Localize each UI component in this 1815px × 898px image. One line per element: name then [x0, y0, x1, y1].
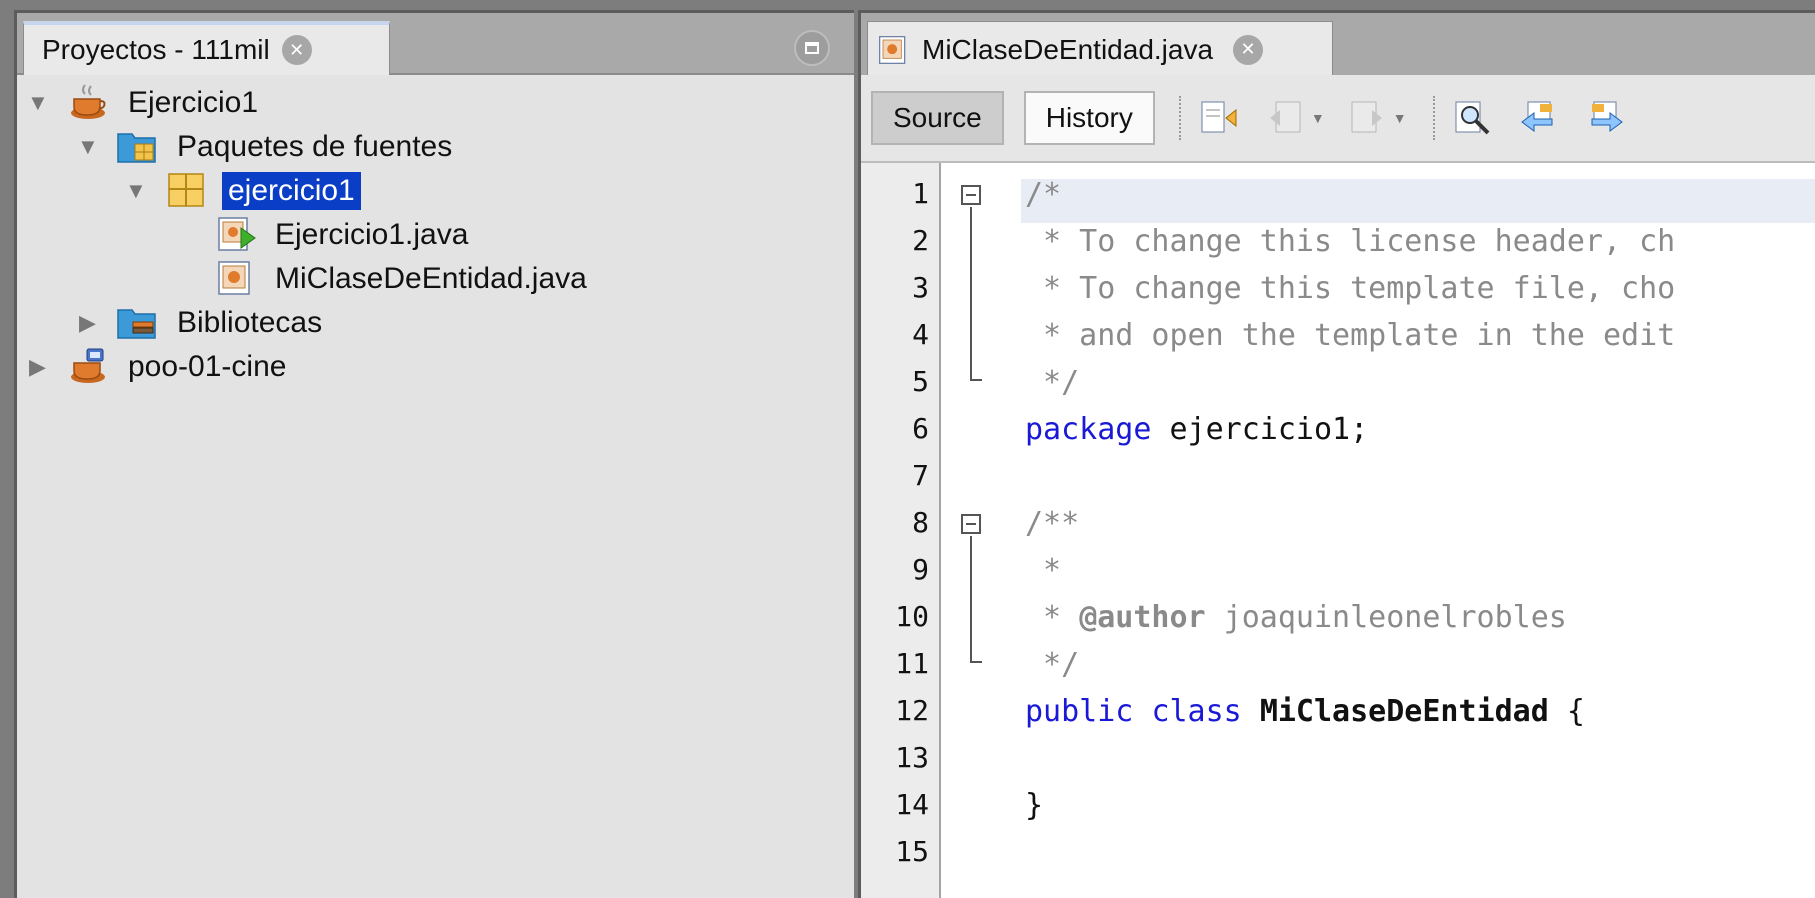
source-folder-icon [117, 128, 156, 164]
toolbar-separator [1178, 96, 1181, 140]
fold-guide [970, 661, 982, 663]
code-line: public class MiClaseDeEntidad { [1025, 694, 1585, 729]
keyword: public [1025, 694, 1134, 729]
keyword: class [1151, 694, 1242, 729]
coffee-project-icon [69, 83, 107, 119]
minimize-icon [805, 42, 819, 54]
editor-toolbar: Source History ▼ ▼ [861, 75, 1815, 163]
tree-item-label: Paquetes de fuentes [177, 130, 453, 163]
code-line: */ [1025, 365, 1080, 400]
line-number: 4 [912, 318, 929, 351]
tree-item-label: Ejercicio1.java [275, 218, 469, 251]
code-line: /** [1025, 506, 1080, 541]
expand-triangle-icon[interactable]: ▼ [27, 90, 51, 116]
code-line: package ejercicio1; [1025, 412, 1368, 447]
chevron-down-icon[interactable]: ▼ [1311, 110, 1325, 126]
fold-guide [970, 536, 972, 661]
tree-item-label: Bibliotecas [177, 306, 323, 339]
history-button[interactable]: History [1023, 91, 1155, 145]
tree-item-label: ejercicio1 [222, 172, 361, 210]
tree-item-bibliotecas[interactable]: ▶ Bibliotecas [17, 299, 817, 347]
code-text: * [1025, 600, 1080, 635]
line-number: 10 [895, 600, 929, 633]
close-icon[interactable]: ✕ [281, 35, 312, 65]
projects-panel: Proyectos - 111mil ✕ ▼ Ejercicio1 ▼ Paqu… [14, 10, 854, 898]
back-icon[interactable] [1265, 98, 1305, 138]
tree-item-label: MiClaseDeEntidad.java [275, 262, 587, 295]
fold-toggle-icon[interactable] [961, 514, 981, 534]
fold-toggle-icon[interactable] [961, 185, 981, 205]
projects-tab[interactable]: Proyectos - 111mil ✕ [23, 21, 390, 75]
collapsed-triangle-icon[interactable]: ▶ [79, 310, 103, 336]
tree-item-label: poo-01-cine [128, 350, 287, 383]
line-number: 3 [912, 271, 929, 304]
close-icon[interactable]: ✕ [1233, 34, 1264, 65]
fold-guide [970, 207, 972, 379]
current-line-highlight [1021, 179, 1815, 223]
editor-tabbar: MiClaseDeEntidad.java ✕ [861, 13, 1815, 77]
tree-item-miclasedeentidad-java[interactable]: MiClaseDeEntidad.java [17, 255, 817, 303]
code-line: */ [1025, 647, 1080, 682]
forward-icon[interactable] [1347, 98, 1387, 138]
code-line: } [1025, 788, 1044, 823]
code-line: * @author joaquinleonelrobles [1025, 600, 1567, 635]
code-text: ejercicio1; [1151, 412, 1369, 447]
fold-guide [970, 379, 982, 381]
code-text: { [1548, 694, 1585, 729]
editor-tab-miclasedeentidad[interactable]: MiClaseDeEntidad.java ✕ [867, 21, 1333, 77]
find-next-icon[interactable] [1585, 98, 1625, 138]
tree-item-ejercicio1-project[interactable]: ▼ Ejercicio1 [17, 79, 817, 127]
projects-tabbar: Proyectos - 111mil ✕ [17, 13, 854, 75]
code-line: * [1025, 553, 1062, 588]
tree-item-label: Ejercicio1 [128, 86, 259, 119]
collapsed-triangle-icon[interactable]: ▶ [29, 354, 53, 380]
minimize-window-button[interactable] [794, 30, 830, 66]
toolbar-separator [1432, 96, 1435, 140]
code-line: * and open the template in the edit [1025, 318, 1676, 353]
java-file-icon [878, 34, 908, 66]
line-number: 15 [895, 835, 929, 868]
projects-tab-title: Proyectos - 111mil [42, 34, 270, 65]
line-number: 1 [912, 177, 929, 210]
expand-triangle-icon[interactable]: ▼ [77, 134, 101, 160]
java-main-file-icon [217, 216, 256, 252]
line-number: 12 [895, 694, 929, 727]
search-icon[interactable] [1453, 98, 1493, 138]
code-line: * To change this license header, ch [1025, 224, 1676, 259]
editor-panel: MiClaseDeEntidad.java ✕ Source History ▼… [858, 10, 1815, 898]
line-number: 2 [912, 224, 929, 257]
package-icon [167, 172, 205, 208]
line-number: 14 [895, 788, 929, 821]
libraries-folder-icon [117, 304, 156, 340]
line-number: 11 [895, 647, 929, 680]
keyword: package [1025, 412, 1152, 447]
line-number: 8 [912, 506, 929, 539]
source-button[interactable]: Source [871, 91, 1004, 145]
editor-tab-title: MiClaseDeEntidad.java [922, 33, 1214, 65]
code-line: /* [1025, 177, 1062, 212]
find-previous-icon[interactable] [1519, 98, 1559, 138]
chevron-down-icon[interactable]: ▼ [1393, 110, 1407, 126]
line-number: 9 [912, 553, 929, 586]
javadoc-tag: @author [1079, 600, 1206, 635]
last-edit-icon[interactable] [1199, 98, 1239, 138]
line-number: 5 [912, 365, 929, 398]
code-text: joaquinleonelrobles [1205, 600, 1567, 635]
tree-item-poo-01-cine[interactable]: ▶ poo-01-cine [17, 343, 817, 391]
tree-item-ejercicio1-package[interactable]: ▼ ejercicio1 [17, 167, 817, 215]
line-number: 7 [912, 459, 929, 492]
code-area[interactable]: 1 2 3 4 5 6 7 8 9 10 11 12 13 14 15 /* *… [861, 163, 1815, 898]
code-line: * To change this template file, cho [1025, 271, 1676, 306]
line-number: 6 [912, 412, 929, 445]
class-name: MiClaseDeEntidad [1259, 694, 1549, 729]
tree-item-ejercicio1-java[interactable]: Ejercicio1.java [17, 211, 817, 259]
coffee-project-icon [69, 347, 107, 383]
expand-triangle-icon[interactable]: ▼ [125, 178, 149, 204]
java-file-icon [217, 260, 255, 296]
line-number: 13 [895, 741, 929, 774]
tree-item-source-packages[interactable]: ▼ Paquetes de fuentes [17, 123, 817, 171]
